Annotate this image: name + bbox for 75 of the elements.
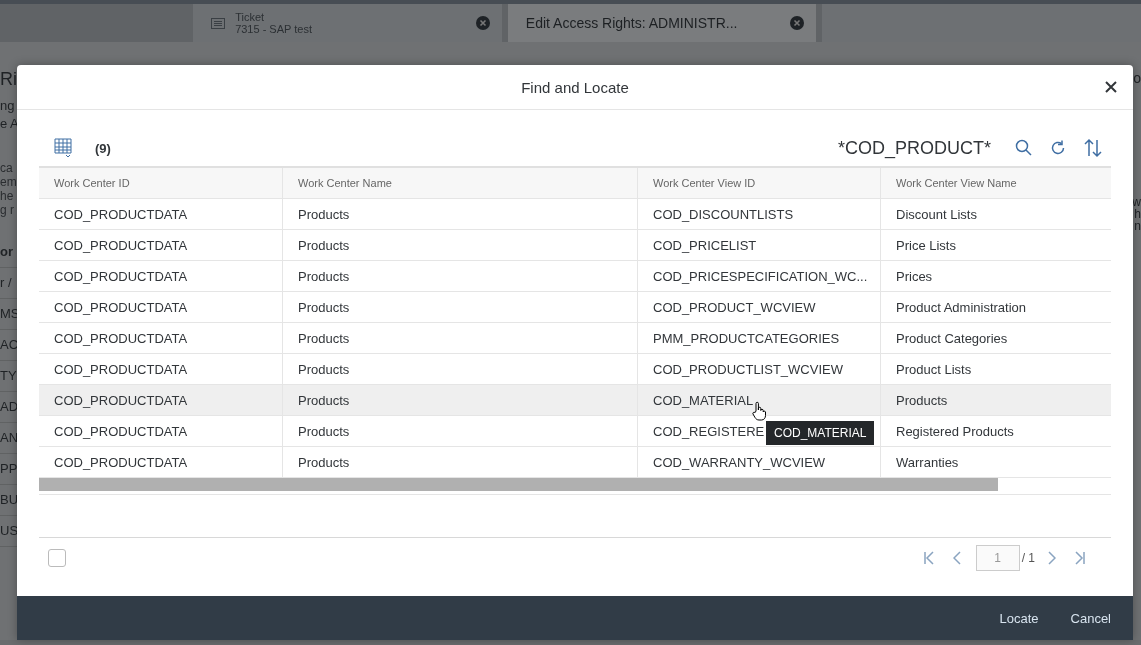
first-page-icon[interactable] [922, 551, 935, 565]
hand-cursor-icon [752, 401, 766, 421]
document-icon [211, 17, 226, 29]
table-cell: COD_PRODUCTDATA [39, 323, 283, 353]
table-row[interactable]: COD_PRODUCTDATA Products PMM_PRODUCTCATEGORIES Product Categories [39, 323, 1111, 354]
result-count: (9) [95, 140, 111, 156]
table-settings-icon[interactable] [53, 137, 73, 159]
table-cell: Products [283, 261, 638, 291]
next-page-icon[interactable] [1048, 551, 1056, 565]
table-row[interactable]: COD_PRODUCTDATA Products COD_PRICESPECIFICATION_WC... Prices [39, 261, 1111, 292]
table-cell: COD_PRODUCT_WCVIEW [638, 292, 881, 322]
table-cell: COD_PRICESPECIFICATION_WC... [638, 261, 881, 291]
table-cell: Products [283, 230, 638, 260]
table-cell-text: Warranties [895, 453, 960, 472]
table-cell: COD_PRODUCTDATA [39, 261, 283, 291]
description-text: w [1132, 196, 1141, 208]
tooltip: COD_MATERIAL [766, 421, 875, 445]
description-text: n [1134, 220, 1141, 232]
section-label: ng [0, 98, 16, 113]
select-all-checkbox[interactable] [48, 549, 66, 567]
refresh-icon[interactable] [1049, 139, 1067, 157]
last-page-icon[interactable] [1074, 551, 1086, 565]
table-cell-text: Product Administration [895, 298, 1028, 317]
sort-icon[interactable] [1083, 138, 1103, 158]
tab[interactable]: Edit Access Rights: ADMINISTR... [507, 4, 817, 42]
table-cell: COD_PRODUCTDATA [39, 292, 283, 322]
description-text: em [0, 175, 17, 189]
table-cell: Products [283, 323, 638, 353]
search-term: *COD_PRODUCT* [837, 137, 991, 159]
table-row[interactable]: COD_PRODUCTDATA Products COD_PRICELIST Price Lists [39, 230, 1111, 261]
description-text: ca [0, 161, 14, 175]
previous-page-icon[interactable] [952, 551, 961, 565]
table-cell: PMM_PRODUCTCATEGORIES [638, 323, 881, 353]
table-cell: COD_PRODUCTDATA [39, 447, 283, 477]
column-header[interactable]: Work Center View ID [638, 168, 881, 198]
table-cell: COD_PRICELIST [638, 230, 881, 260]
locate-button[interactable]: Locate [987, 604, 1051, 632]
page-heading: o [1133, 70, 1141, 86]
table-cell: Products [283, 416, 638, 446]
table-cell: Products [283, 385, 638, 415]
column-header[interactable]: Work Center View Name [881, 168, 1111, 198]
table-cell-text: Discount Lists [895, 205, 978, 224]
column-header[interactable]: Work Center ID [39, 168, 283, 198]
cancel-button[interactable]: Cancel [1058, 604, 1123, 632]
dialog-title: Find and Locate [521, 78, 629, 96]
table-cell: COD_PRODUCTDATA [39, 416, 283, 446]
table-cell-text: Product Categories [895, 329, 1009, 348]
table-cell: COD_DISCOUNTLISTS [638, 199, 881, 229]
table-row[interactable]: COD_PRODUCTDATA Products COD_DISCOUNTLISTS Discount Lists [39, 199, 1111, 230]
table-cell: COD_PRODUCTDATA [39, 385, 283, 415]
scrollbar-thumb[interactable] [39, 478, 998, 491]
table-cell: Products [283, 199, 638, 229]
table-cell: COD_PRODUCTDATA [39, 199, 283, 229]
table-cell: COD_PRODUCTDATA [39, 230, 283, 260]
table-cell-text: Registered Products [895, 422, 1015, 441]
table-cell: Products [283, 292, 638, 322]
table-cell: Products [283, 447, 638, 477]
table-cell: Products [283, 354, 638, 384]
table-row[interactable]: COD_PRODUCTDATA Products COD_PRODUCT_WCVIEW Product Administration [39, 292, 1111, 323]
description-text: h [1134, 208, 1141, 220]
search-icon[interactable] [1015, 139, 1033, 157]
page-heading: Ri [0, 69, 17, 90]
table-cell-text: Products [895, 391, 949, 410]
table-cell-text: Price Lists [895, 236, 957, 255]
table-cell: COD_PRODUCTLIST_WCVIEW [638, 354, 881, 384]
close-icon[interactable] [1105, 81, 1117, 93]
table-cell-text: Prices [895, 267, 934, 286]
table-cell: COD_WARRANTY_WCVIEW [638, 447, 881, 477]
page-total: / 1 [1021, 551, 1035, 565]
column-header[interactable]: Work Center Name [283, 168, 638, 198]
description-text: g r [0, 203, 15, 217]
table-cell-text: Product Lists [895, 360, 973, 379]
table-row[interactable]: COD_PRODUCTDATA Products COD_MATERIAL Products [39, 385, 1111, 416]
table-cell: COD_PRODUCTDATA [39, 354, 283, 384]
description-text: he [0, 189, 15, 203]
